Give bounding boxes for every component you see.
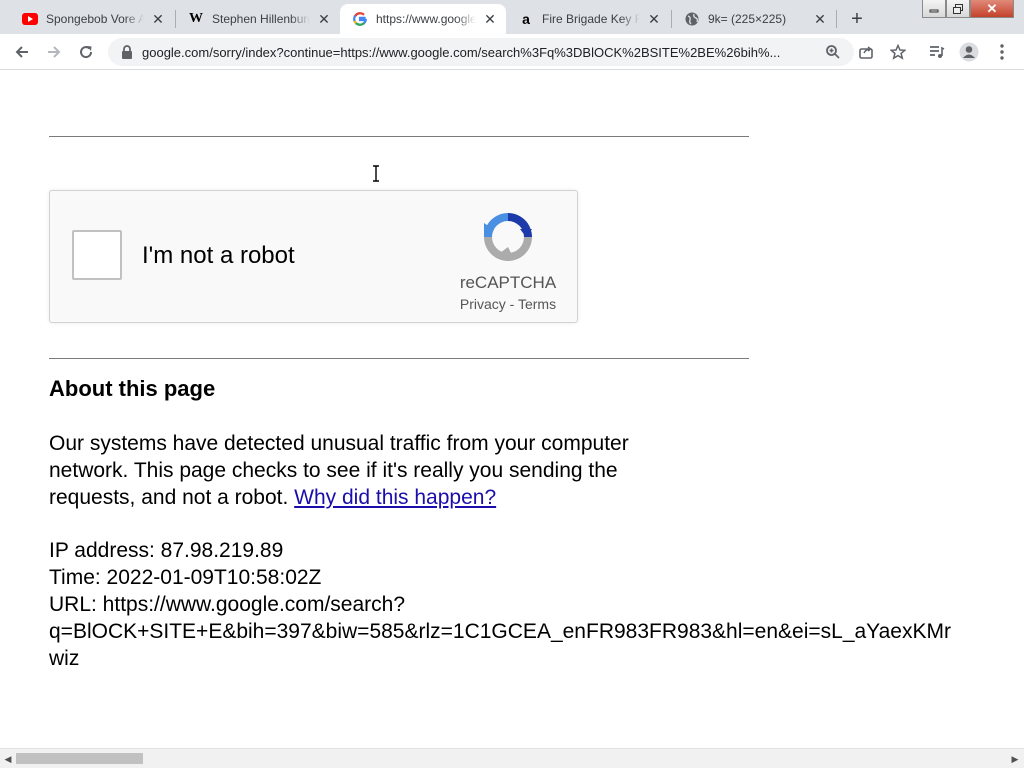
tab-title: 9k= (225×225) (708, 12, 787, 26)
recaptcha-widget: I'm not a robot reCAPTCHA Privacy - Term… (49, 190, 578, 323)
arrow-right-icon (48, 46, 61, 58)
tab-title: Spongebob Vore A (46, 12, 144, 26)
minimize-button[interactable] (922, 0, 946, 18)
tab-title: Fire Brigade Key F8 (542, 12, 640, 26)
tab-amazon[interactable]: a Fire Brigade Key F8 ✕ (506, 4, 670, 34)
tab-hillenburg[interactable]: W Stephen Hillenburg ✕ (176, 4, 340, 34)
url-query: q=BlOCK+SITE+E&bih=397&biw=585&rlz=1C1GC… (49, 620, 951, 643)
wikipedia-icon: W (189, 11, 203, 26)
restore-button[interactable] (946, 0, 970, 18)
horizontal-scrollbar[interactable]: ◀ ▶ (0, 748, 1024, 768)
profile-icon[interactable] (959, 42, 979, 62)
scroll-left-icon[interactable]: ◀ (3, 753, 13, 765)
address-bar[interactable]: google.com/sorry/index?continue=https://… (108, 38, 854, 66)
tab-title: Stephen Hillenburg (212, 12, 310, 26)
close-icon[interactable]: ✕ (646, 11, 662, 27)
forward-button[interactable] (42, 40, 66, 64)
url-line: URL: https://www.google.com/search? (49, 593, 405, 616)
menu-dots-icon[interactable] (992, 42, 1012, 62)
about-paragraph: Our systems have detected unusual traffi… (49, 430, 709, 511)
page-content: I'm not a robot reCAPTCHA Privacy - Term… (0, 71, 1024, 748)
close-icon[interactable]: ✕ (150, 11, 166, 27)
tab-image[interactable]: 9k= (225×225) ✕ (672, 4, 836, 34)
close-icon[interactable]: ✕ (316, 11, 332, 27)
captcha-label: I'm not a robot (142, 242, 295, 269)
scroll-right-icon[interactable]: ▶ (1010, 753, 1020, 765)
reload-icon (80, 46, 93, 59)
text-cursor-icon (373, 165, 379, 182)
close-icon[interactable]: ✕ (812, 11, 828, 27)
browser-toolbar: google.com/sorry/index?continue=https://… (0, 34, 1024, 70)
terms-link[interactable]: Terms (518, 296, 556, 312)
new-tab-button[interactable]: + (844, 6, 870, 32)
recaptcha-brand: reCAPTCHA (459, 273, 557, 292)
tab-title: https://www.google. (376, 12, 476, 26)
recaptcha-links: Privacy - Terms (450, 296, 566, 312)
why-link[interactable]: Why did this happen? (294, 486, 496, 509)
link-separator: - (509, 296, 515, 312)
about-heading: About this page (49, 376, 216, 401)
star-icon[interactable] (888, 42, 908, 62)
scrollbar-thumb[interactable] (16, 753, 143, 764)
media-control-icon[interactable] (927, 42, 947, 62)
tab-google-sorry[interactable]: https://www.google. ✕ (340, 4, 506, 34)
back-button[interactable] (10, 40, 34, 64)
share-icon[interactable] (856, 42, 876, 62)
amazon-icon: a (522, 11, 530, 27)
recaptcha-logo-icon (480, 209, 536, 265)
url-text[interactable]: google.com/sorry/index?continue=https://… (142, 45, 818, 60)
arrow-left-icon (15, 46, 28, 58)
youtube-icon (22, 11, 38, 27)
tab-spongebob[interactable]: Spongebob Vore A ✕ (10, 4, 174, 34)
privacy-link[interactable]: Privacy (460, 296, 506, 312)
url-tail: wiz (49, 647, 80, 670)
google-icon (352, 11, 368, 27)
divider (49, 358, 749, 359)
close-icon[interactable]: ✕ (482, 11, 498, 27)
lock-icon[interactable] (120, 44, 134, 60)
ip-address: IP address: 87.98.219.89 (49, 539, 284, 562)
globe-icon (684, 11, 700, 27)
tab-separator (836, 10, 837, 28)
reload-button[interactable] (74, 40, 98, 64)
tab-strip: Spongebob Vore A ✕ W Stephen Hillenburg … (0, 0, 1024, 34)
window-controls: ✕ (922, 0, 1014, 20)
timestamp: Time: 2022-01-09T10:58:02Z (49, 566, 322, 589)
not-a-robot-checkbox[interactable] (72, 230, 122, 280)
window-close-button[interactable]: ✕ (970, 0, 1014, 18)
zoom-icon[interactable] (824, 43, 842, 61)
divider (49, 136, 749, 137)
